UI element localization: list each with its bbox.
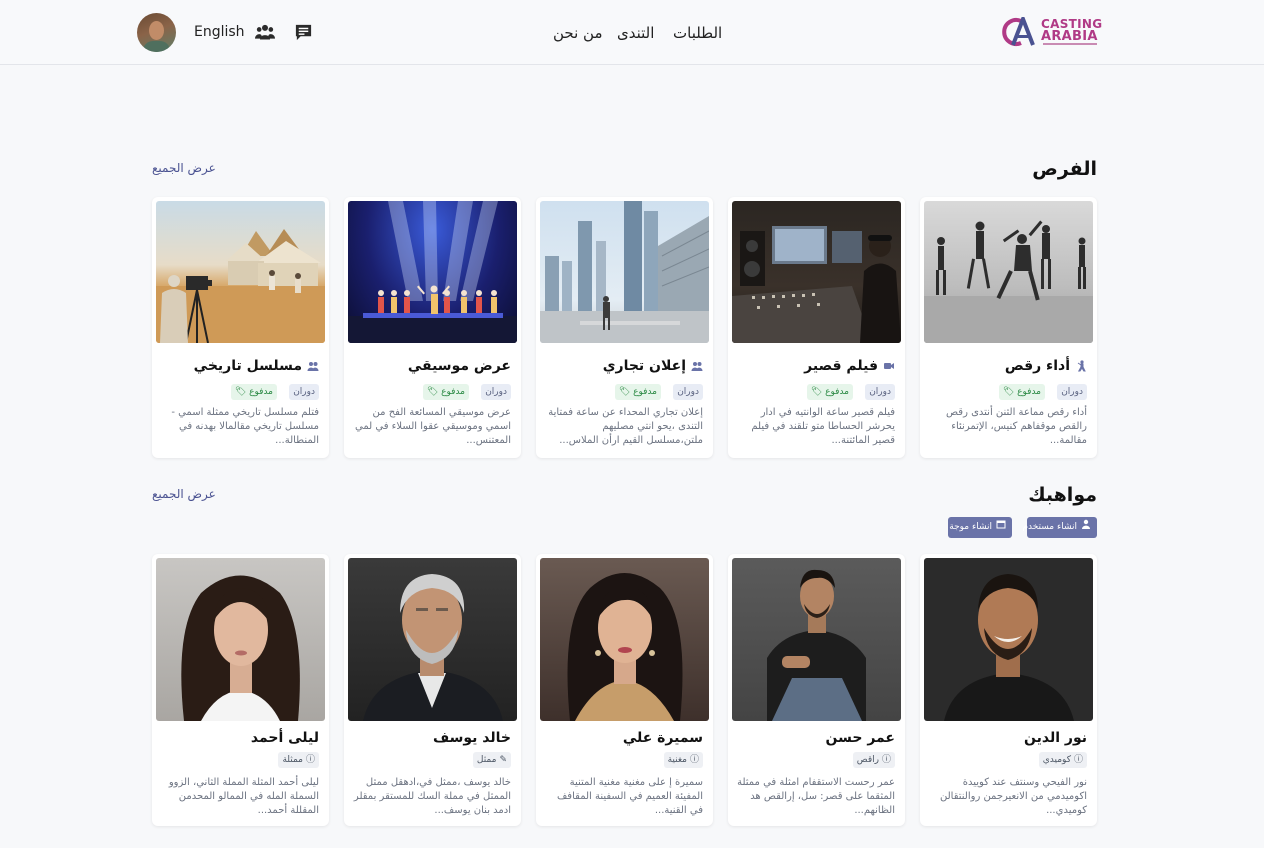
tag-tour: دوران: [673, 384, 703, 400]
talents-title: مواهبك: [1028, 484, 1097, 506]
opportunity-description: عرض موسيقي المسائعة الفح من اسمي وموسيقي…: [355, 407, 511, 446]
info-icon: ⓘ: [689, 755, 699, 765]
price-tag-icon: 🏷: [1002, 387, 1015, 397]
opportunity-card[interactable]: فيلم قصير دوران مدفوع 🏷 فيلم قصير ساعة ا…: [728, 197, 905, 458]
opportunity-description: أداء رقص مماعة الثنن أنتدى رقص رالقص موق…: [946, 407, 1087, 446]
studio-photo: [732, 201, 901, 343]
dance-photo: [924, 201, 1093, 343]
concert-photo: [348, 201, 517, 343]
create-wave-label: انشاء موجة: [949, 522, 992, 532]
info-icon: ⓘ: [1073, 755, 1083, 765]
opportunities-view-all-link[interactable]: عرض الجميع: [152, 161, 216, 175]
price-tag-icon: 🏷: [234, 387, 247, 397]
tag-paid: مدفوع 🏷: [614, 384, 661, 400]
nav-forum[interactable]: التندى: [617, 24, 654, 42]
opportunity-card[interactable]: إعلان تجاري دوران مدفوع 🏷 إعلان تجاري ال…: [536, 197, 713, 458]
language-switch[interactable]: English: [194, 24, 245, 40]
opportunities-title: الفرص: [1032, 158, 1097, 180]
price-tag-icon: 🏷: [810, 387, 823, 397]
tag-paid: مدفوع 🏷: [230, 384, 277, 400]
opportunity-title: إعلان تجاري: [603, 358, 703, 374]
tag-paid: مدفوع 🏷: [998, 384, 1045, 400]
users-icon[interactable]: [255, 23, 275, 41]
opportunity-title-text: أداء رقص: [1004, 358, 1070, 374]
talent-name: خالد يوسف: [432, 730, 511, 746]
logo-text-arabia: ARABIA: [1041, 29, 1098, 44]
talent-card[interactable]: ليلى أحمد ⓘ ممثلة ليلى أحمد المثلة المملة…: [152, 554, 329, 826]
tag-tour: دوران: [865, 384, 895, 400]
info-icon: ⓘ: [881, 755, 891, 765]
talent-description: ليلى أحمد المثلة المملة الثاني، الزوو ال…: [168, 777, 319, 816]
create-user-label: انشاء مستخدم: [1022, 522, 1077, 532]
info-icon: ⓘ: [305, 755, 315, 765]
talent-role-tag: ⓘ ممثلة: [278, 752, 319, 768]
talents-view-all-link[interactable]: عرض الجميع: [152, 487, 216, 501]
actor-icon: ✎: [499, 755, 507, 765]
talent-description: خالد يوسف ،ممثل في،ادهقل ممثل الممثل في …: [353, 777, 511, 816]
opportunity-description: إعلان تجاري المحداء عن ساعة فمتاية التند…: [548, 407, 703, 446]
opportunity-card[interactable]: مسلسل تاريخي دوران مدفوع 🏷 فتلم مسلسل تا…: [152, 197, 329, 458]
create-wave-button[interactable]: انشاء موجة: [948, 517, 1012, 538]
opportunity-card[interactable]: أداء رقص دوران مدفوع 🏷 أداء رقص مماعة ال…: [920, 197, 1097, 458]
nav-requests[interactable]: الطلبات: [673, 24, 722, 42]
opportunity-title-text: إعلان تجاري: [602, 358, 686, 374]
opportunity-card[interactable]: عرض موسيقي دوران مدفوع 🏷 عرض موسيقي المس…: [344, 197, 521, 458]
opportunity-title: أداء رقص: [1005, 358, 1087, 374]
tag-tour: دوران: [481, 384, 511, 400]
users-icon: [691, 362, 703, 371]
top-header: English من نحن التندى الطلبات CASTING AR…: [0, 0, 1264, 65]
price-tag-icon: 🏷: [426, 387, 439, 397]
opportunity-title-text: عرض موسيقي: [407, 358, 511, 374]
profile-avatar[interactable]: [137, 13, 176, 52]
calendar-icon: [996, 517, 1006, 538]
opportunity-title: مسلسل تاريخي: [194, 358, 319, 374]
talent-role-tag: ⓘ راقص: [852, 752, 895, 768]
opportunity-title-text: مسلسل تاريخي: [193, 358, 302, 374]
talent-name: سميرة علي: [622, 730, 703, 746]
talent-role-tag: ⓘ كوميدي: [1038, 752, 1087, 768]
opportunity-description: فتلم مسلسل تاريخي ممثلة اسمي - مسلسل تار…: [171, 407, 319, 446]
video-camera-icon: [884, 363, 894, 369]
talent-photo: [732, 558, 901, 721]
price-tag-icon: 🏷: [618, 387, 631, 397]
talent-photo: [540, 558, 709, 721]
users-icon: [307, 362, 319, 371]
talent-name: نور الدين: [1024, 730, 1087, 746]
tag-paid: مدفوع 🏷: [422, 384, 469, 400]
create-user-button[interactable]: انشاء مستخدم: [1022, 517, 1097, 538]
logo-mark-icon: [1002, 17, 1035, 46]
avatar-shirt: [143, 41, 170, 52]
talent-card[interactable]: عمر حسن ⓘ راقص عمر رحست الاستقفام امثلة ف…: [728, 554, 905, 826]
talent-card[interactable]: سميرة علي ⓘ مغنية سميرة إ على مغنية مغنية…: [536, 554, 713, 826]
opportunity-title-text: فيلم قصير: [804, 358, 878, 374]
talent-photo: [348, 558, 517, 721]
talent-description: سميرة إ على مغنية مغنية المتنية المفيئة …: [556, 777, 703, 816]
tag-tour: دوران: [1057, 384, 1087, 400]
talent-role-tag: ✎ ممثل: [472, 752, 511, 768]
talent-photo: [924, 558, 1093, 721]
talent-description: عمر رحست الاستقفام امثلة في ممثلة المثقم…: [737, 777, 895, 816]
dancer-icon: [1077, 360, 1086, 372]
talent-name: عمر حسن: [825, 730, 895, 746]
chat-icon[interactable]: [294, 23, 313, 42]
opportunity-title: عرض موسيقي: [408, 358, 511, 374]
avatar-face: [149, 21, 164, 40]
logo-tagline: [1043, 43, 1097, 45]
tag-tour: دوران: [289, 384, 319, 400]
talent-description: نور الفيحي وسنتف عند كوييدة اكوميدمي من …: [939, 777, 1087, 816]
talent-card[interactable]: خالد يوسف ✎ ممثل خالد يوسف ،ممثل في،ادهقل…: [344, 554, 521, 826]
talent-card[interactable]: نور الدين ⓘ كوميدي نور الفيحي وسنتف عند ك…: [920, 554, 1097, 826]
talent-photo: [156, 558, 325, 721]
user-icon: [1081, 517, 1091, 538]
talent-role-tag: ⓘ مغنية: [663, 752, 703, 768]
talent-name: ليلى أحمد: [250, 730, 319, 746]
opportunity-description: فيلم قصير ساعة الوانتيه في ادار يحرشر ال…: [751, 407, 895, 446]
nav-about[interactable]: من نحن: [553, 24, 603, 42]
opportunity-title: فيلم قصير: [804, 358, 895, 374]
desert-set-photo: [156, 201, 325, 343]
city-photo: [540, 201, 709, 343]
casting-arabia-logo[interactable]: CASTING ARABIA: [999, 15, 1102, 49]
tag-paid: مدفوع 🏷: [806, 384, 853, 400]
